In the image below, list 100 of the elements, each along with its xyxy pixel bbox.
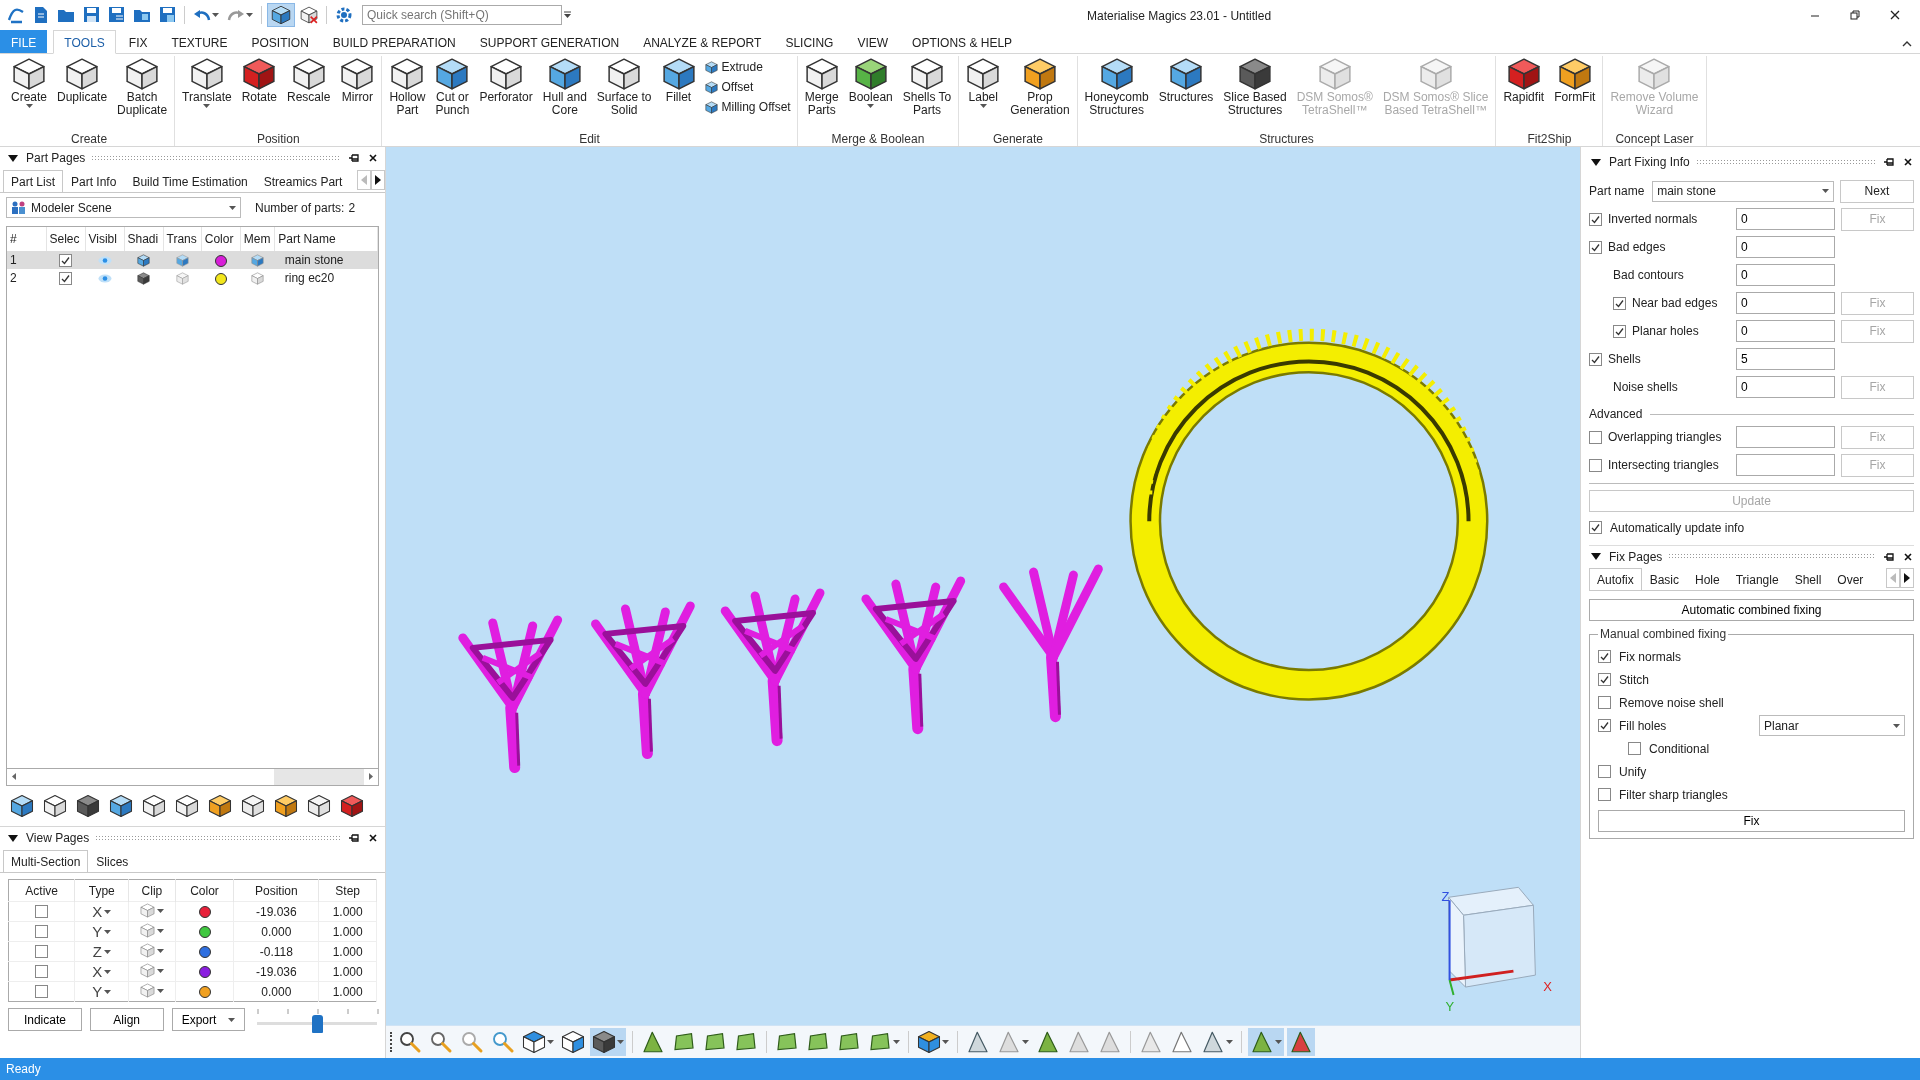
ribbon-button[interactable]: Cut or Punch [431,56,474,118]
group-label: Structures [1258,131,1315,146]
ribbon-button[interactable]: Hull and Core [538,56,591,118]
menu-tab[interactable]: TEXTURE [160,30,239,53]
menu-tab[interactable]: FIX [117,30,159,53]
column-header[interactable]: Type [74,879,129,902]
group-label: Create [70,131,109,146]
table-cell: -0.118 [233,941,319,962]
tab[interactable]: Hole [1687,568,1728,590]
tab[interactable]: Autofix [1589,568,1642,590]
tab[interactable]: Slices [88,850,137,872]
option-label: Automatically update info [1610,519,1745,537]
group-label: Merge & Boolean [830,131,926,146]
value-field[interactable]: 0 [1736,320,1835,342]
menu-tab[interactable]: BUILD PREPARATION [321,30,467,53]
column-header[interactable]: Active [8,879,75,902]
scene-dropdown[interactable]: Modeler Scene [6,197,241,218]
ribbon-button[interactable]: Rotate [237,56,282,105]
menu-tab[interactable]: SUPPORT GENERATION [468,30,631,53]
value-field[interactable]: 0 [1736,236,1835,258]
ribbon-button[interactable]: Create [7,56,52,109]
ribbon-button[interactable]: Label [962,56,1005,109]
ribbon-button[interactable]: Merge Parts [800,56,843,118]
panel-title: Fix Pages [1609,548,1663,566]
table-cell: -19.036 [233,901,319,922]
value-field[interactable]: 5 [1736,348,1835,370]
option-label: Unify [1619,763,1647,781]
axis-dropdown[interactable]: Z [92,944,111,959]
ribbon-button[interactable]: Offset [701,78,794,96]
fix-button[interactable]: Fix [1598,810,1905,832]
ribbon-button[interactable]: Fillet [657,56,700,105]
auto-fix-button[interactable]: Automatic combined fixing [1589,599,1914,621]
ribbon-button[interactable]: Slice Based Structures [1219,56,1291,118]
value-field[interactable]: 0 [1736,292,1835,314]
tab[interactable]: Multi-Section [3,850,89,872]
ribbon-button[interactable]: Structures [1154,56,1218,105]
column-header[interactable]: Position [233,879,319,902]
table-cell: ring ec20 [274,269,378,287]
table-row[interactable]: 2 ring ec20 [7,269,378,287]
ribbon-button[interactable]: Surface to Solid [592,56,656,118]
option-label: Fill holes [1619,717,1668,735]
axis-dropdown[interactable]: X [92,964,112,979]
column-header[interactable]: Color [175,879,234,902]
table-row[interactable]: 1 main stone [7,251,378,269]
menu-tab[interactable]: SLICING [774,30,845,53]
ribbon-button[interactable]: Shells To Parts [898,56,956,118]
ribbon-button[interactable]: Perforator [475,56,537,105]
table-cell: 1.000 [318,921,377,942]
column-header[interactable]: Step [318,879,377,902]
tab[interactable]: Over [1829,568,1872,590]
field-label: Overlapping triangles [1608,429,1722,446]
axis-label: X [1543,979,1552,995]
next-button[interactable]: Next [1839,179,1914,203]
tab[interactable]: Shell [1786,568,1830,590]
menu-tab[interactable]: TOOLS [53,30,116,54]
value-field[interactable]: 0 [1736,264,1835,286]
ribbon-button[interactable]: Boolean [844,56,897,109]
ribbon-button[interactable]: Rapidfit [1499,56,1549,105]
action-button[interactable]: Export [171,1008,246,1031]
table-cell: 1.000 [318,941,377,962]
axis-dropdown[interactable]: X [92,904,112,919]
action-button[interactable]: Align [89,1008,164,1031]
ribbon-button[interactable]: Milling Offset [701,98,794,116]
field-label: Bad edges [1608,239,1666,256]
fill-mode-dropdown[interactable]: Planar [1759,715,1905,736]
field-label: Shells [1608,351,1641,368]
ribbon-button[interactable]: Hollow Part [385,56,430,118]
panel-title: Part Fixing Info [1609,154,1690,171]
table-cell: main stone [274,251,378,269]
tab[interactable]: Triangle [1727,568,1787,590]
search-field[interactable]: Quick search (Shift+Q) [362,4,562,25]
action-button[interactable]: Indicate [8,1008,82,1031]
axis-label: Z [1441,889,1450,905]
ribbon-button[interactable]: Rescale [283,56,335,105]
axis-dropdown[interactable]: Y [92,984,112,999]
menu-tab[interactable]: POSITION [240,30,320,53]
table-cell: 2 [7,269,46,287]
column-header[interactable]: Clip [128,879,176,902]
ribbon-button[interactable]: Honeycomb Structures [1080,56,1153,118]
ribbon-button[interactable]: Duplicate [53,56,112,105]
tab[interactable]: Part List [3,170,63,192]
axis-dropdown[interactable]: Y [92,924,112,939]
tab[interactable]: Part Info [63,170,125,192]
part-name-dropdown[interactable]: main stone [1652,180,1834,202]
ribbon-button[interactable]: Translate [178,56,236,109]
tab[interactable]: Streamics Part [255,170,351,192]
value-field[interactable]: 0 [1736,376,1835,398]
ribbon-button[interactable]: Prop Generation [1006,56,1074,118]
tab[interactable]: Basic [1641,568,1688,590]
menu-tab[interactable]: VIEW [846,30,900,53]
ribbon-button[interactable]: Mirror [336,56,379,105]
menu-tab[interactable]: ANALYZE & REPORT [632,30,773,53]
ribbon-button[interactable]: Extrude [701,58,794,76]
ribbon-button[interactable]: FormFit [1550,56,1600,105]
tab[interactable]: Build Time Estimation [124,170,256,192]
menu-tab[interactable]: OPTIONS & HELP [901,30,1024,53]
section-label: Advanced [1589,406,1643,423]
field-label: Near bad edges [1632,295,1718,312]
value-field[interactable]: 0 [1736,208,1835,230]
ribbon-button[interactable]: Batch Duplicate [113,56,172,118]
